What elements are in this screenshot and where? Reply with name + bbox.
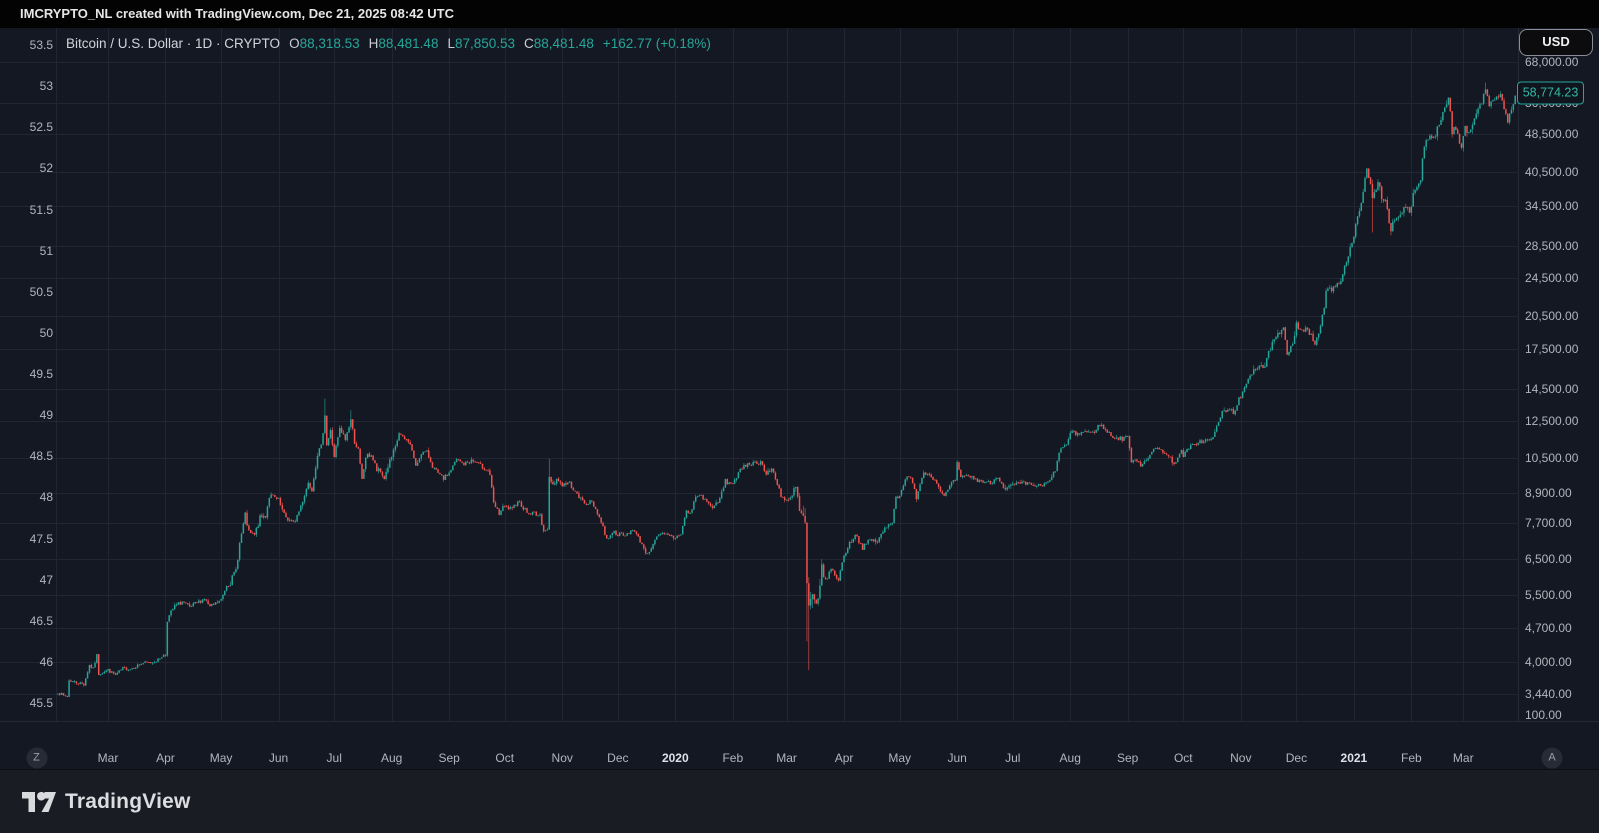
time-axis-month-label: Nov — [1230, 751, 1251, 765]
ohlc-item: H88,481.48 — [369, 36, 439, 51]
watermark-bar: IMCRYPTO_NL created with TradingView.com… — [0, 0, 1599, 28]
left-axis-label: 49.5 — [30, 367, 53, 381]
time-axis-year-label: 2021 — [1341, 751, 1368, 765]
right-axis-label: 6,500.00 — [1525, 552, 1572, 566]
symbol-title: Bitcoin / U.S. Dollar · 1D · CRYPTO — [66, 36, 280, 51]
time-axis-month-label: Jul — [327, 751, 342, 765]
candlestick-chart-canvas[interactable] — [0, 28, 1599, 722]
time-axis-month-label: Sep — [438, 751, 459, 765]
time-axis-month-label: May — [888, 751, 911, 765]
time-axis-month-label: Aug — [1060, 751, 1081, 765]
right-axis-label: 28,500.00 — [1525, 239, 1578, 253]
time-axis-month-label: Jul — [1005, 751, 1020, 765]
right-axis-label: 12,500.00 — [1525, 414, 1578, 428]
time-axis-month-label: Jun — [269, 751, 288, 765]
time-axis-month-label: Jun — [947, 751, 966, 765]
left-axis-label: 52.5 — [30, 120, 53, 134]
right-axis-label: 48,500.00 — [1525, 127, 1578, 141]
left-axis-label: 48.5 — [30, 449, 53, 463]
left-axis-label: 51 — [40, 244, 53, 258]
watermark-text: IMCRYPTO_NL created with TradingView.com… — [20, 6, 454, 21]
time-axis-year-label: 2020 — [662, 751, 689, 765]
time-axis-month-label: Oct — [1174, 751, 1193, 765]
right-axis-label: 24,500.00 — [1525, 271, 1578, 285]
chart-region: Bitcoin / U.S. Dollar · 1D · CRYPTOO88,3… — [0, 28, 1599, 769]
left-axis-label: 46 — [40, 655, 53, 669]
time-axis-month-label: Mar — [776, 751, 797, 765]
time-axis-month-label: Nov — [552, 751, 573, 765]
footer-bar: TradingView — [0, 769, 1599, 833]
brand-wordmark: TradingView — [65, 790, 191, 814]
time-axis-month-label: May — [210, 751, 233, 765]
right-axis-label: 20,500.00 — [1525, 309, 1578, 323]
last-price-label: 58,774.23 — [1517, 81, 1584, 104]
left-axis-label: 51.5 — [30, 203, 53, 217]
ohlc-item: O88,318.53 — [289, 36, 360, 51]
time-axis-month-label: Dec — [1286, 751, 1307, 765]
time-axis-month-label: Dec — [607, 751, 628, 765]
ohlc-values: O88,318.53 H88,481.48 L87,850.53 C88,481.48 — [280, 36, 594, 51]
tradingview-logo-icon — [22, 790, 56, 814]
time-axis-month-label: Apr — [156, 751, 175, 765]
left-axis-label: 45.5 — [30, 696, 53, 710]
left-axis-label: 48 — [40, 490, 53, 504]
time-axis-month-label: Sep — [1117, 751, 1138, 765]
left-axis-label: 53 — [40, 79, 53, 93]
left-axis-label: 47 — [40, 573, 53, 587]
right-axis-label: 34,500.00 — [1525, 199, 1578, 213]
right-price-scale[interactable]: 68,000.0056,000.0048,500.0040,500.0034,5… — [1518, 28, 1599, 750]
symbol-legend[interactable]: Bitcoin / U.S. Dollar · 1D · CRYPTOO88,3… — [66, 36, 711, 54]
right-axis-label: 3,440.00 — [1525, 687, 1572, 701]
left-axis-label: 50.5 — [30, 285, 53, 299]
change-value: +162.77 (+0.18%) — [603, 36, 711, 51]
time-axis-month-label: Feb — [722, 751, 743, 765]
left-axis-label: 50 — [40, 326, 53, 340]
right-axis-label: 5,500.00 — [1525, 588, 1572, 602]
hint-badge-z: Z — [26, 748, 47, 769]
right-axis-label: 10,500.00 — [1525, 451, 1578, 465]
time-axis-month-label: Aug — [381, 751, 402, 765]
time-axis-month-label: Apr — [835, 751, 854, 765]
time-axis-month-label: Mar — [1453, 751, 1474, 765]
left-axis-label: 52 — [40, 161, 53, 175]
right-axis-label: 40,500.00 — [1525, 165, 1578, 179]
right-axis-label: 7,700.00 — [1525, 516, 1572, 530]
time-axis-month-label: Feb — [1401, 751, 1422, 765]
right-axis-label: 14,500.00 — [1525, 382, 1578, 396]
left-price-scale[interactable]: 53.5 53 52.5 52 51.5 51 50.5 50 49.5 49 48.5 48 47.5… — [0, 28, 53, 722]
hint-badge-a: A — [1542, 748, 1563, 769]
left-axis-label: 53.5 — [30, 38, 53, 52]
ohlc-item: L87,850.53 — [447, 36, 515, 51]
time-axis-month-label: Oct — [495, 751, 514, 765]
left-axis-label: 46.5 — [30, 614, 53, 628]
right-axis-label: 68,000.00 — [1525, 55, 1578, 69]
tradingview-logo[interactable]: TradingView — [22, 790, 191, 814]
right-axis-edge-label: 100.00 — [1525, 708, 1562, 722]
time-scale[interactable]: Mar Apr May Jun Jul Aug Sep Oct Nov Dec 2020 Feb Mar… — [0, 722, 1599, 769]
left-axis-label: 49 — [40, 408, 53, 422]
right-axis-label: 4,700.00 — [1525, 621, 1572, 635]
right-axis-label: 8,900.00 — [1525, 486, 1572, 500]
right-axis-label: 4,000.00 — [1525, 655, 1572, 669]
currency-toggle-button[interactable]: USD — [1519, 29, 1593, 56]
time-axis-month-label: Mar — [98, 751, 119, 765]
ohlc-item: C88,481.48 — [524, 36, 594, 51]
right-axis-label: 17,500.00 — [1525, 342, 1578, 356]
left-axis-label: 47.5 — [30, 532, 53, 546]
